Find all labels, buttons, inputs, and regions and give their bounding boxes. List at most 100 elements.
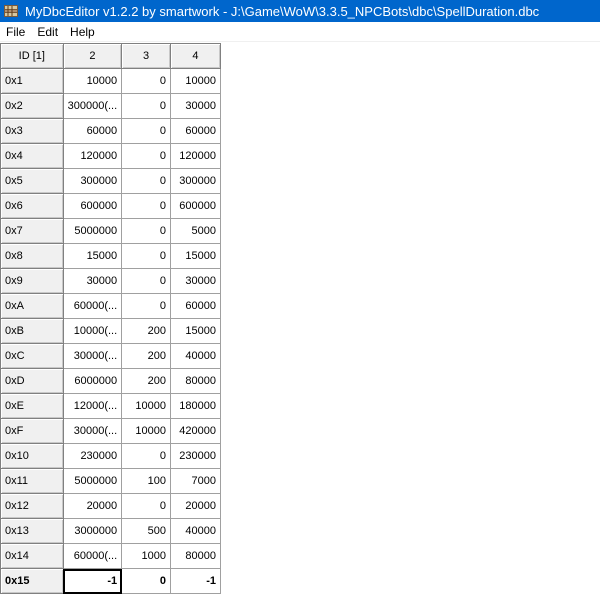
cell-col-3[interactable]: 0 — [122, 144, 171, 169]
row-header[interactable]: 0x12 — [1, 494, 64, 519]
row-header[interactable]: 0x7 — [1, 219, 64, 244]
cell-col-4[interactable]: 230000 — [170, 444, 220, 469]
row-header[interactable]: 0x14 — [1, 544, 64, 569]
row-header[interactable]: 0x2 — [1, 94, 64, 119]
cell-col-3[interactable]: 0 — [122, 169, 171, 194]
cell-col-4[interactable]: 180000 — [170, 394, 220, 419]
table-row[interactable]: 0xB10000(...20015000 — [1, 319, 221, 344]
cell-col-3[interactable]: 100 — [122, 469, 171, 494]
row-header[interactable]: 0x3 — [1, 119, 64, 144]
row-header[interactable]: 0x15 — [1, 569, 64, 594]
cell-col-2[interactable]: 60000(... — [63, 294, 122, 319]
row-header[interactable]: 0x9 — [1, 269, 64, 294]
table-row[interactable]: 0x102300000230000 — [1, 444, 221, 469]
table-row[interactable]: 0x930000030000 — [1, 269, 221, 294]
cell-col-2[interactable]: 30000 — [63, 269, 122, 294]
cell-col-4[interactable]: 30000 — [170, 94, 220, 119]
table-row[interactable]: 0xF30000(...10000420000 — [1, 419, 221, 444]
table-row[interactable]: 0x815000015000 — [1, 244, 221, 269]
cell-col-2[interactable]: 5000000 — [63, 219, 122, 244]
column-header-2[interactable]: 2 — [63, 44, 122, 69]
cell-col-4[interactable]: 80000 — [170, 369, 220, 394]
table-row[interactable]: 0x13300000050040000 — [1, 519, 221, 544]
cell-col-2[interactable]: 3000000 — [63, 519, 122, 544]
cell-col-4[interactable]: 80000 — [170, 544, 220, 569]
row-header[interactable]: 0x10 — [1, 444, 64, 469]
cell-col-4[interactable]: 60000 — [170, 294, 220, 319]
row-header[interactable]: 0x4 — [1, 144, 64, 169]
row-header[interactable]: 0xF — [1, 419, 64, 444]
cell-col-4[interactable]: 15000 — [170, 319, 220, 344]
menu-help[interactable]: Help — [64, 22, 101, 42]
cell-col-2[interactable]: 300000 — [63, 169, 122, 194]
cell-col-2[interactable]: 10000 — [63, 69, 122, 94]
cell-col-2[interactable]: 12000(... — [63, 394, 122, 419]
table-row[interactable]: 0x41200000120000 — [1, 144, 221, 169]
table-row[interactable]: 0x53000000300000 — [1, 169, 221, 194]
cell-col-2[interactable]: 5000000 — [63, 469, 122, 494]
cell-col-3[interactable]: 0 — [122, 219, 171, 244]
app-icon[interactable] — [3, 3, 19, 19]
cell-col-4[interactable]: 7000 — [170, 469, 220, 494]
cell-col-3[interactable]: 0 — [122, 569, 171, 594]
cell-col-3[interactable]: 0 — [122, 294, 171, 319]
data-grid[interactable]: ID [1] 2 3 4 0x1100000100000x2300000(...… — [0, 43, 221, 594]
cell-col-3[interactable]: 200 — [122, 319, 171, 344]
cell-col-2[interactable]: 15000 — [63, 244, 122, 269]
table-row[interactable]: 0xD600000020080000 — [1, 369, 221, 394]
row-header[interactable]: 0xE — [1, 394, 64, 419]
cell-col-4[interactable]: 20000 — [170, 494, 220, 519]
column-header-4[interactable]: 4 — [170, 44, 220, 69]
cell-col-4[interactable]: 15000 — [170, 244, 220, 269]
table-row[interactable]: 0x1220000020000 — [1, 494, 221, 519]
cell-col-3[interactable]: 10000 — [122, 394, 171, 419]
cell-col-3[interactable]: 0 — [122, 494, 171, 519]
table-row[interactable]: 0x15-10-1 — [1, 569, 221, 594]
cell-col-2[interactable]: 60000 — [63, 119, 122, 144]
table-row[interactable]: 0xE12000(...10000180000 — [1, 394, 221, 419]
cell-col-2[interactable]: -1 — [63, 569, 122, 594]
cell-col-2[interactable]: 300000(... — [63, 94, 122, 119]
table-row[interactable]: 0x110000010000 — [1, 69, 221, 94]
cell-col-4[interactable]: 60000 — [170, 119, 220, 144]
row-header[interactable]: 0xD — [1, 369, 64, 394]
menu-file[interactable]: File — [0, 22, 31, 42]
cell-col-4[interactable]: 600000 — [170, 194, 220, 219]
row-header[interactable]: 0x6 — [1, 194, 64, 219]
cell-col-3[interactable]: 500 — [122, 519, 171, 544]
cell-col-4[interactable]: 300000 — [170, 169, 220, 194]
cell-col-2[interactable]: 30000(... — [63, 344, 122, 369]
table-row[interactable]: 0x66000000600000 — [1, 194, 221, 219]
row-header[interactable]: 0x11 — [1, 469, 64, 494]
cell-col-4[interactable]: 40000 — [170, 519, 220, 544]
cell-col-2[interactable]: 10000(... — [63, 319, 122, 344]
table-row[interactable]: 0xA60000(...060000 — [1, 294, 221, 319]
row-header[interactable]: 0x8 — [1, 244, 64, 269]
row-header[interactable]: 0xC — [1, 344, 64, 369]
cell-col-4[interactable]: 40000 — [170, 344, 220, 369]
cell-col-3[interactable]: 0 — [122, 69, 171, 94]
cell-col-3[interactable]: 0 — [122, 269, 171, 294]
cell-col-4[interactable]: 10000 — [170, 69, 220, 94]
table-row[interactable]: 0x2300000(...030000 — [1, 94, 221, 119]
cell-col-3[interactable]: 0 — [122, 444, 171, 469]
row-header[interactable]: 0x5 — [1, 169, 64, 194]
cell-col-3[interactable]: 0 — [122, 244, 171, 269]
cell-col-3[interactable]: 0 — [122, 119, 171, 144]
cell-col-3[interactable]: 10000 — [122, 419, 171, 444]
cell-col-4[interactable]: -1 — [170, 569, 220, 594]
cell-col-2[interactable]: 230000 — [63, 444, 122, 469]
column-header-3[interactable]: 3 — [122, 44, 171, 69]
cell-col-3[interactable]: 200 — [122, 344, 171, 369]
cell-col-3[interactable]: 1000 — [122, 544, 171, 569]
cell-col-2[interactable]: 120000 — [63, 144, 122, 169]
cell-col-4[interactable]: 5000 — [170, 219, 220, 244]
row-header[interactable]: 0x13 — [1, 519, 64, 544]
row-header[interactable]: 0xA — [1, 294, 64, 319]
cell-col-4[interactable]: 30000 — [170, 269, 220, 294]
cell-col-3[interactable]: 0 — [122, 194, 171, 219]
column-header-id[interactable]: ID [1] — [1, 44, 64, 69]
cell-col-2[interactable]: 30000(... — [63, 419, 122, 444]
table-row[interactable]: 0x1150000001007000 — [1, 469, 221, 494]
cell-col-2[interactable]: 60000(... — [63, 544, 122, 569]
